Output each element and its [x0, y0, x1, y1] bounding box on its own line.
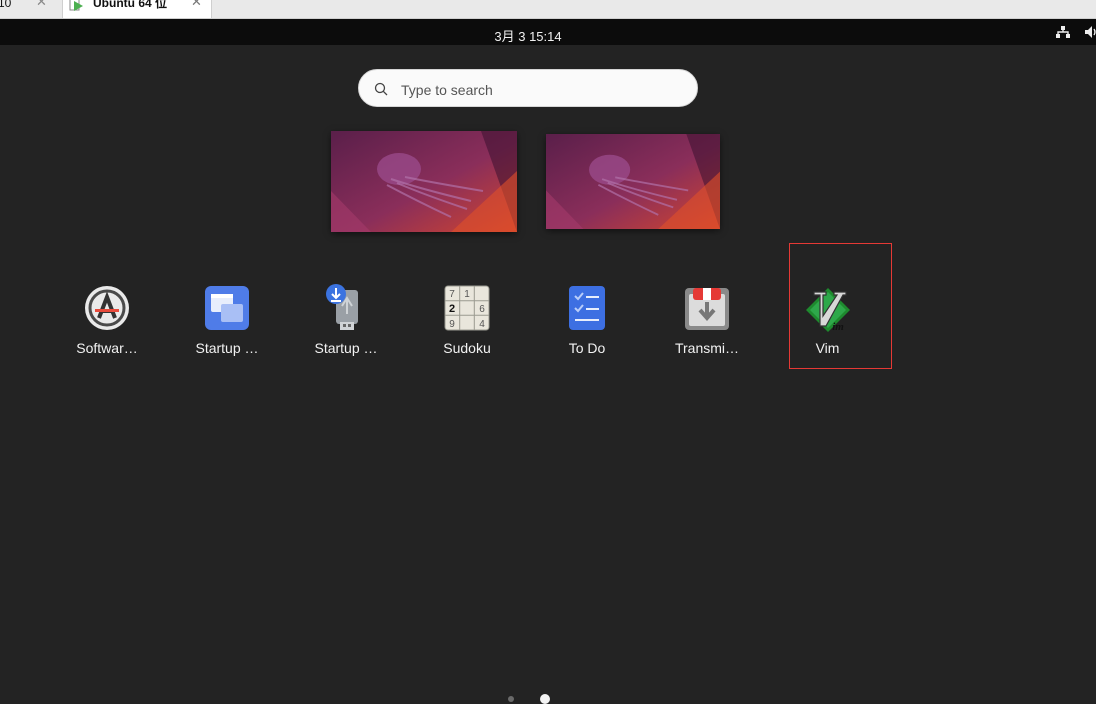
software-updater-icon: [85, 286, 129, 330]
sudoku-digit: 1: [464, 289, 470, 300]
sudoku-digit: 9: [449, 319, 455, 330]
transmission-icon: [685, 288, 729, 330]
host-tab-strip: 10 ✕ Ubuntu 64 位 ✕: [0, 0, 1096, 19]
app-label: Startup …: [195, 340, 259, 356]
app-label: Softwar…: [76, 340, 138, 356]
workspace-thumbnail-1[interactable]: [331, 131, 517, 232]
app-label: To Do: [568, 340, 606, 356]
svg-text:im: im: [832, 321, 844, 333]
jellyfish-wallpaper-icon: [331, 131, 517, 232]
workspace-thumbnail-2[interactable]: [546, 134, 720, 229]
top-bar: 3月 3 15:14: [0, 19, 1096, 45]
app-sudoku[interactable]: 7 1 2 6 9 4 Sudoku: [412, 276, 522, 366]
host-tab-title: Ubuntu 64 位: [93, 0, 167, 10]
sudoku-digit: 2: [449, 303, 455, 315]
sudoku-digit: 7: [449, 289, 455, 300]
app-software-updater[interactable]: Softwar…: [52, 276, 162, 366]
sudoku-icon: 7 1 2 6 9 4: [444, 285, 490, 331]
app-transmission[interactable]: Transmi…: [652, 276, 762, 366]
startup-applications-icon: [205, 286, 249, 330]
network-icon[interactable]: [1055, 24, 1071, 40]
app-startup-applications[interactable]: Startup …: [172, 276, 282, 366]
close-icon[interactable]: ✕: [36, 0, 47, 8]
startup-disk-creator-icon: [326, 284, 358, 330]
vm-play-icon: [69, 0, 83, 11]
sudoku-digit: 6: [479, 304, 485, 315]
host-tab-title: 10: [0, 0, 12, 10]
search-input[interactable]: [399, 78, 683, 102]
app-label: Sudoku: [443, 340, 491, 356]
app-label: Transmi…: [674, 340, 740, 356]
sudoku-digit: 4: [479, 319, 485, 330]
host-tab-ubuntu[interactable]: Ubuntu 64 位 ✕: [62, 0, 212, 18]
clock[interactable]: 3月 3 15:14: [0, 26, 1056, 45]
app-label: Vim: [815, 340, 840, 356]
todo-icon: [569, 286, 605, 330]
page-dot-2-active[interactable]: [540, 694, 550, 704]
vim-icon: im: [806, 288, 850, 333]
close-icon[interactable]: ✕: [191, 0, 202, 8]
search-icon: [374, 82, 388, 96]
page-dot-1[interactable]: [508, 696, 514, 702]
volume-icon[interactable]: [1084, 24, 1096, 40]
jellyfish-wallpaper-icon: [546, 134, 720, 229]
host-tab-1[interactable]: 10 ✕: [0, 0, 58, 18]
app-startup-disk-creator[interactable]: Startup …: [291, 276, 401, 366]
search-bar[interactable]: [358, 69, 698, 107]
app-vim[interactable]: im Vim: [789, 243, 892, 369]
app-label: Startup …: [314, 340, 378, 356]
app-to-do[interactable]: To Do: [532, 276, 642, 366]
